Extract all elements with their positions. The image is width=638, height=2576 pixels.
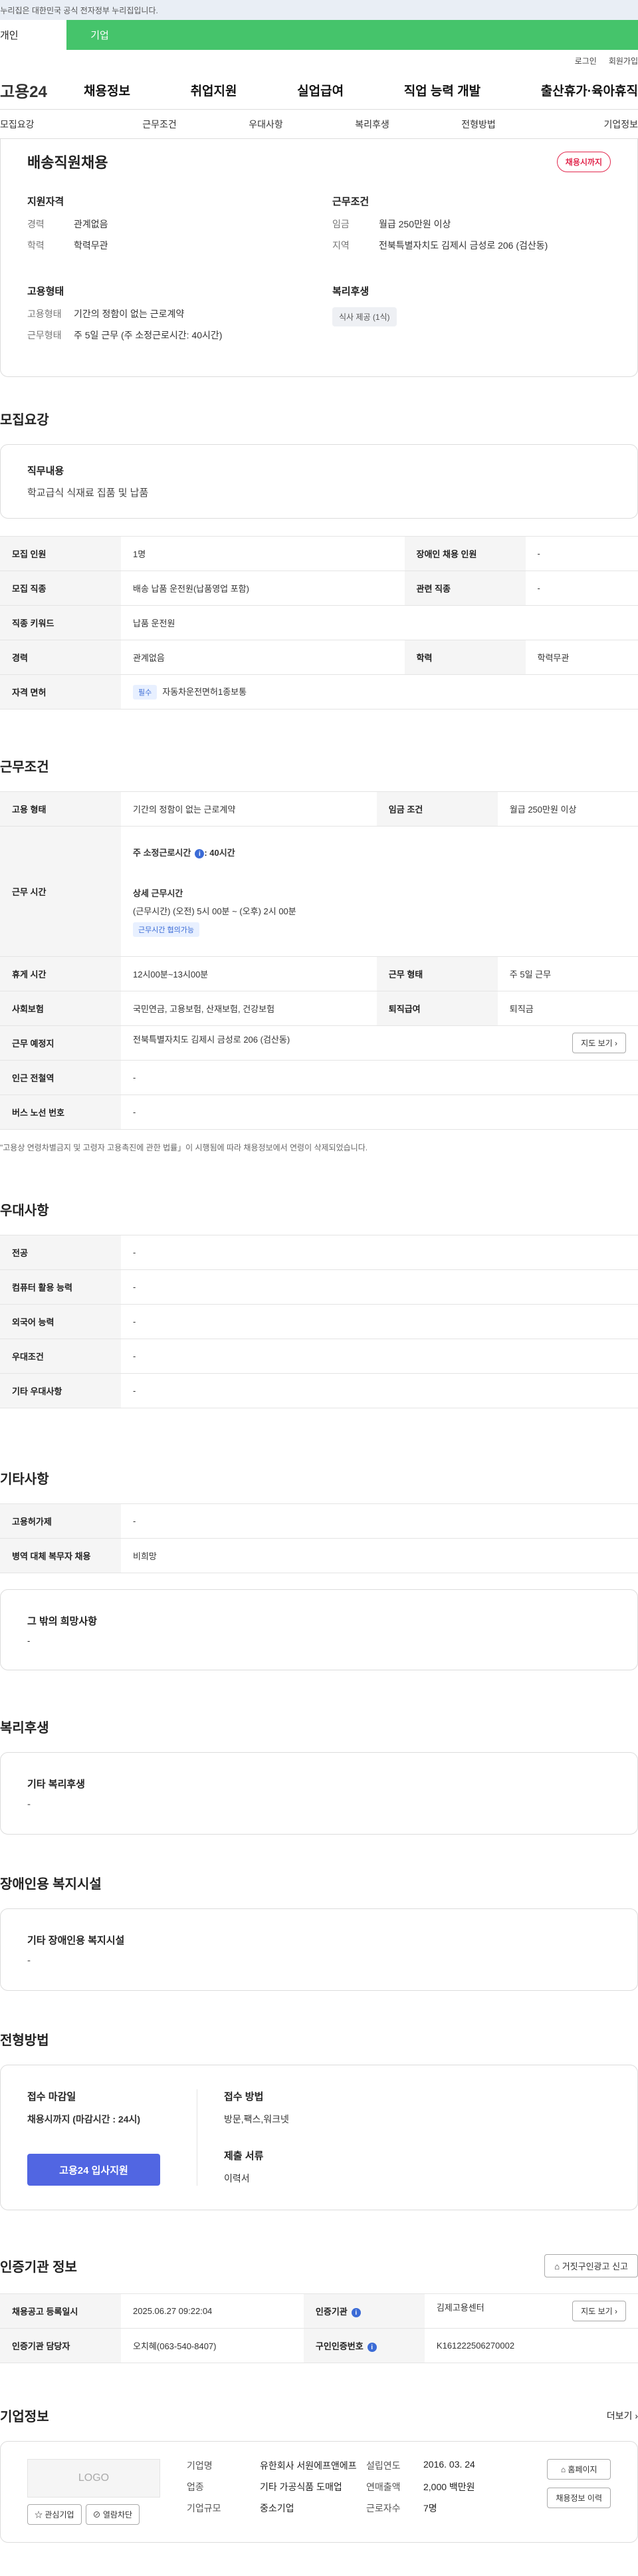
disab-box: 기타 장애인용 복지시설 -: [0, 1908, 638, 1991]
company-heading: 기업정보: [0, 2410, 49, 2424]
homepage-button[interactable]: ⌂ 홈페이지: [547, 2459, 611, 2480]
tab-company[interactable]: 기업: [66, 20, 133, 50]
block-icon: ⊘: [92, 2510, 101, 2519]
benefit-heading: 복리후생: [0, 1721, 49, 1736]
home-icon: ⌂: [560, 2465, 566, 2474]
duty-box: 직무내용 학교급식 식재료 집품 및 납품: [0, 444, 638, 519]
map-button[interactable]: 지도 보기 ›: [572, 1033, 626, 1053]
info-icon[interactable]: i: [195, 849, 205, 859]
main-menu: 채용정보 취업지원 실업급여 직업 능력 개발 출산휴가·육아휴직: [84, 81, 638, 99]
disab-heading: 장애인용 복지시설: [0, 1877, 102, 1892]
work-table: 고용 형태 기간의 정함이 없는 근로계약 임금 조건 월급 250만원 이상 근무 …: [0, 791, 638, 1130]
table-row: 버스 노선 번호 -: [0, 1095, 638, 1130]
report-icon: ⌂: [554, 2261, 560, 2271]
pref-table: 전공 - 컴퓨터 활용 능력 - 외국어 능력 - 우대조건 - 기타 우대사항 -: [0, 1235, 638, 1408]
table-row: 외국어 능력 -: [0, 1304, 638, 1339]
summary-card: 배송직원채용 채용시까지 지원자격 경력 관계없음 학력 학력무관 근무조건 임금 월…: [0, 138, 638, 377]
status-badge: 채용시까지: [556, 151, 611, 172]
section-anchor-nav: 모집요강 근무조건 우대사항 복리후생 전형방법 기업정보: [0, 110, 638, 139]
company-card: LOGO ☆ 관심기업 ⊘ 열람차단 기업명 유한회사 서원에프앤에프 설립연도 20…: [0, 2441, 638, 2543]
etc-table: 고용허가제 - 병역 대체 복무자 채용 비희망: [0, 1503, 638, 1573]
global-nav: 고용24 채용정보 취업지원 실업급여 직업 능력 개발 출산휴가·육아휴직: [0, 71, 638, 110]
report-button[interactable]: ⌂ 거짓구인광고 신고: [544, 2254, 638, 2277]
recruit-table: 모집 인원 1명 장애인 채용 인원 - 모집 직종 배송 납품 운전원(납품영업 포함…: [0, 536, 638, 709]
select-box: 접수 마감일 채용시까지 (마감시간 : 24시) 고용24 입사지원 접수 방…: [0, 2065, 638, 2210]
summary-welfare: 복리후생 식사 제공 (1식): [332, 284, 611, 350]
table-row: 전공 -: [0, 1235, 638, 1270]
benefit-box: 기타 복리후생 -: [0, 1752, 638, 1835]
history-button[interactable]: 채용정보 이력: [547, 2488, 611, 2508]
table-row: 자격 면허 필수 자동차운전면허1종보통: [0, 674, 638, 709]
info-icon[interactable]: i: [367, 2343, 377, 2353]
recruit-heading: 모집요강: [0, 413, 49, 428]
age-note: "고용상 연령차별금지 및 고령자 고용촉진에 관한 법률」이 시행됨에 따라 …: [0, 1143, 368, 1152]
summary-employment-form: 고용형태 고용형태 기간의 정함이 없는 근로계약 근무형태 주 5일 근무 (주 …: [27, 286, 223, 340]
util-nav: 로그인 회원가입: [0, 50, 638, 71]
login-link[interactable]: 로그인: [575, 55, 597, 66]
table-row: 인근 전철역 -: [0, 1060, 638, 1095]
summary-conditions: 근무조건 임금 월급 250만원 이상 지역 전북특별자치도 김제시 금성로 206…: [332, 196, 548, 251]
table-row: 근무 예정지 전북특별자치도 김제시 금성로 206 (검산동) 지도 보기 ›: [0, 1025, 638, 1061]
menu-employment-support[interactable]: 취업지원: [191, 81, 237, 99]
star-icon: ☆: [35, 2510, 43, 2519]
table-row: 근무 시간 주 소정근로시간 i: 40시간 상세 근무시간 (근무시간) (오전…: [0, 826, 638, 957]
anchor-work[interactable]: 근무조건: [106, 110, 213, 138]
apply-button[interactable]: 고용24 입사지원: [27, 2154, 160, 2186]
join-link[interactable]: 회원가입: [609, 55, 638, 66]
anchor-pref[interactable]: 우대사항: [213, 110, 319, 138]
table-row: 고용허가제 -: [0, 1503, 638, 1539]
user-tabs: 개인 기업: [0, 20, 638, 50]
table-row: 병역 대체 복무자 채용 비희망: [0, 1538, 638, 1573]
anchor-recruit[interactable]: 모집요강: [0, 110, 106, 138]
table-row: 채용공고 등록일시 2025.06.27 09:22:04 인증기관 i 김제고용센터 지…: [0, 2293, 638, 2329]
job-title: 배송직원채용: [27, 154, 108, 171]
table-row: 사회보험 국민연금, 고용보험, 산재보험, 건강보험 퇴직급여 퇴직금: [0, 991, 638, 1026]
company-info: 기업명 유한회사 서원에프앤에프 설립연도 2016. 03. 24 업종 기타 가공식…: [187, 2459, 475, 2513]
table-row: 경력 관계없음 학력 학력무관: [0, 640, 638, 675]
block-button[interactable]: ⊘ 열람차단: [85, 2504, 140, 2525]
menu-unemployment-benefit[interactable]: 실업급여: [297, 81, 344, 99]
anchor-select[interactable]: 전형방법: [425, 110, 532, 138]
agency-heading: 인증기관 정보: [0, 2260, 77, 2275]
agency-table: 채용공고 등록일시 2025.06.27 09:22:04 인증기관 i 김제고용센터 지…: [0, 2293, 638, 2363]
table-row: 고용 형태 기간의 정함이 없는 근로계약 임금 조건 월급 250만원 이상: [0, 791, 638, 827]
info-icon[interactable]: i: [351, 2308, 361, 2318]
table-row: 모집 인원 1명 장애인 채용 인원 -: [0, 536, 638, 571]
table-row: 컴퓨터 활용 능력 -: [0, 1269, 638, 1305]
anchor-benefit[interactable]: 복리후생: [319, 110, 425, 138]
company-logo: LOGO: [27, 2459, 160, 2498]
agency-map-button[interactable]: 지도 보기 ›: [572, 2301, 626, 2321]
table-row: 직종 키워드 납품 운전원: [0, 605, 638, 640]
etc-heading: 기타사항: [0, 1472, 49, 1487]
work-heading: 근무조건: [0, 760, 49, 775]
negotiable-tag: 근무시간 협의가능: [133, 922, 200, 938]
summary-qualification: 지원자격 경력 관계없음 학력 학력무관: [27, 196, 108, 251]
menu-leave[interactable]: 출산휴가·육아휴직: [541, 81, 638, 99]
menu-skills[interactable]: 직업 능력 개발: [404, 81, 480, 99]
table-row: 기타 우대사항 -: [0, 1373, 638, 1408]
table-row: 우대조건 -: [0, 1339, 638, 1374]
other-box: 그 밖의 희망사항 -: [0, 1589, 638, 1670]
tab-personal[interactable]: 개인: [0, 20, 66, 50]
table-row: 인증기관 담당자 오치혜(063-540-8407) 구인인증번호 i K1612225…: [0, 2328, 638, 2363]
gov-banner: 이 누리집은 대한민국 공식 전자정부 누리집입니다.: [0, 0, 638, 20]
menu-jobs[interactable]: 채용정보: [84, 81, 130, 99]
site-logo[interactable]: 고용24: [0, 78, 84, 102]
pref-heading: 우대사항: [0, 1204, 49, 1218]
table-row: 휴게 시간 12시00분~13시00분 근무 형태 주 5일 근무: [0, 956, 638, 991]
required-tag: 필수: [133, 684, 158, 700]
more-link[interactable]: 더보기 ›: [607, 2409, 638, 2422]
select-heading: 전형방법: [0, 2033, 49, 2048]
table-row: 모집 직종 배송 납품 운전원(납품영업 포함) 관련 직종 -: [0, 571, 638, 606]
fav-button[interactable]: ☆ 관심기업: [27, 2504, 82, 2525]
deadline-value: 채용시까지 (마감시간 : 24시): [27, 2114, 141, 2125]
welfare-chip: 식사 제공 (1식): [332, 307, 397, 326]
anchor-company[interactable]: 기업정보: [532, 110, 638, 138]
